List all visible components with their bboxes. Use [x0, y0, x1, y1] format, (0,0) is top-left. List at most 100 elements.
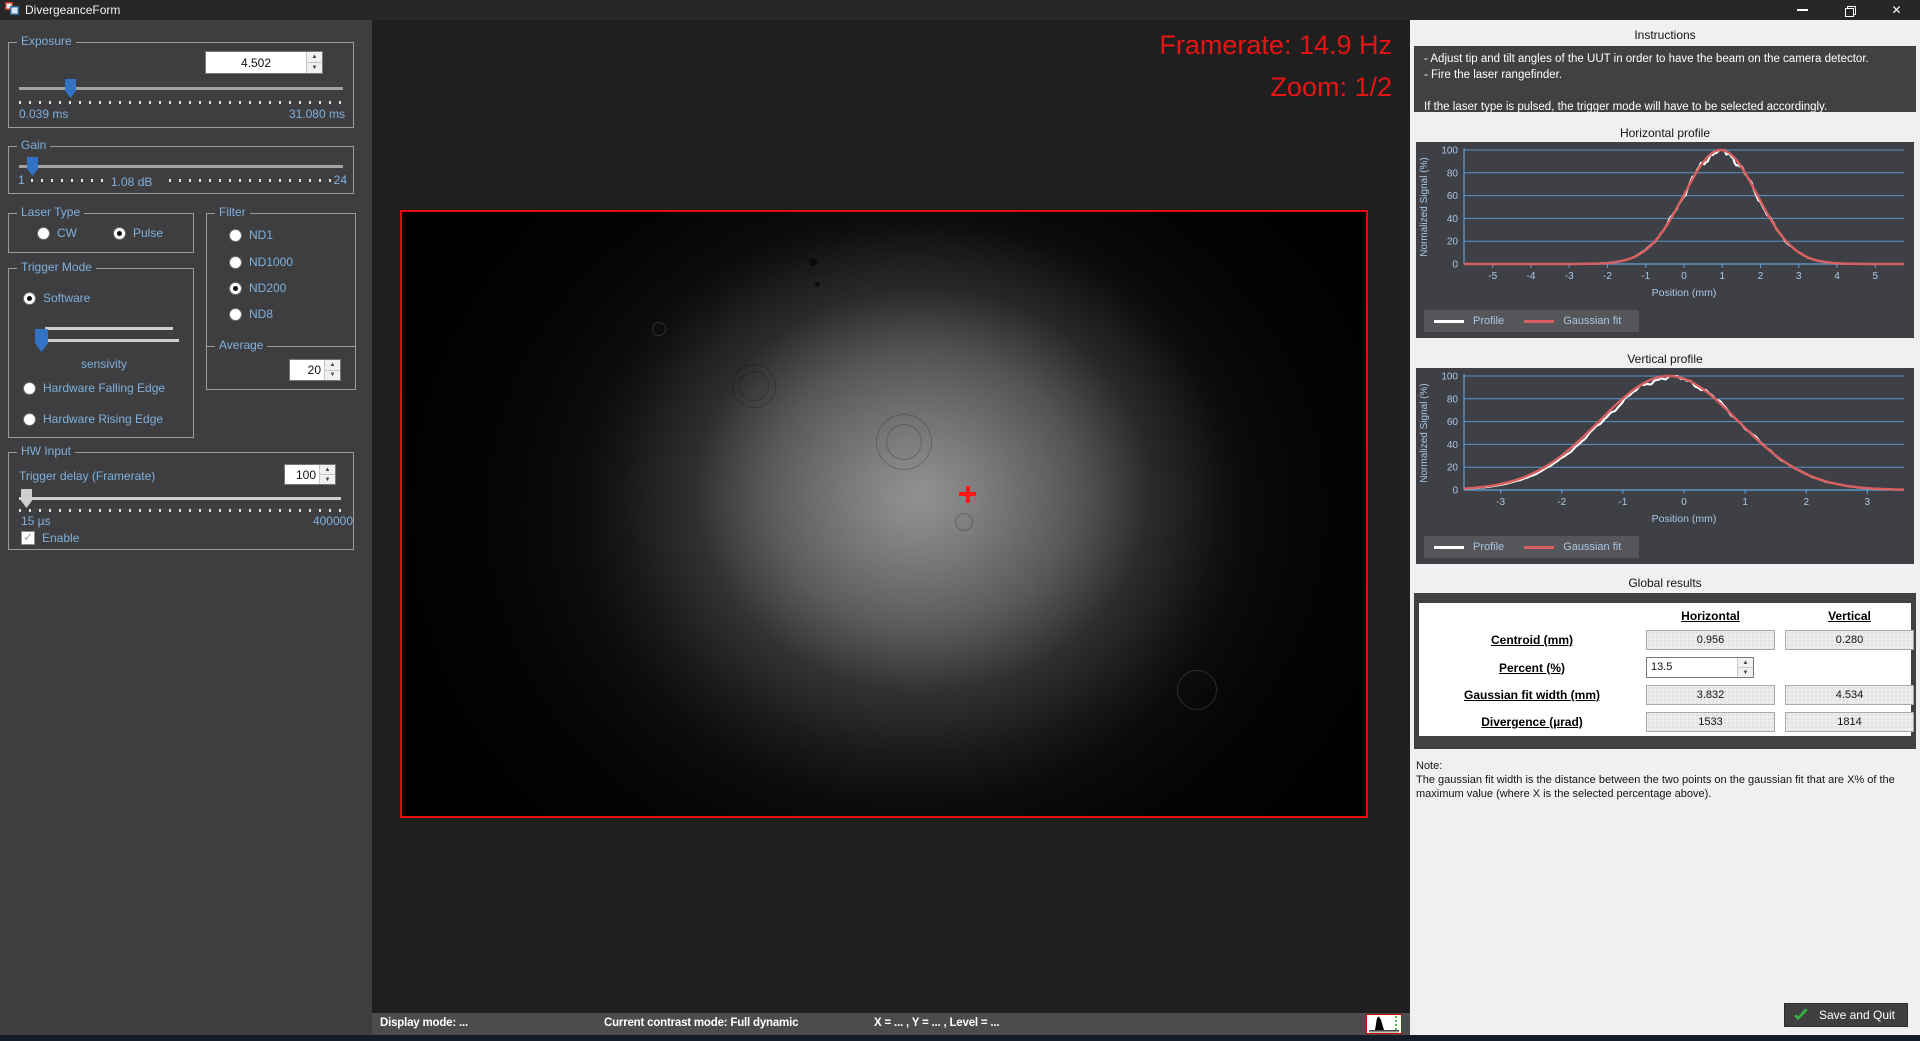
svg-text:0: 0 [1452, 486, 1458, 497]
radio-nd8-label: ND8 [249, 307, 273, 321]
svg-text:100: 100 [1441, 372, 1458, 383]
radio-nd200[interactable]: ND200 [229, 281, 286, 295]
gain-slider-thumb[interactable] [27, 157, 38, 176]
global-results-table: Horizontal Vertical Centroid (mm) 0.956 … [1419, 603, 1911, 736]
centroid-horizontal-value: 0.956 [1646, 630, 1775, 650]
global-results-frame: Horizontal Vertical Centroid (mm) 0.956 … [1414, 593, 1916, 749]
spinner-down-icon[interactable]: ▼ [320, 474, 335, 484]
centroid-cross [966, 486, 970, 503]
histogram-icon[interactable] [1366, 1014, 1402, 1034]
exposure-slider-thumb[interactable] [65, 79, 76, 98]
sensitivity-slider-track[interactable] [37, 339, 179, 342]
svg-text:-1: -1 [1618, 497, 1627, 508]
percent-value[interactable]: 13.5 [1647, 658, 1737, 677]
diffraction-ring [790, 727, 814, 751]
legend-profile: Profile [1434, 541, 1504, 553]
diffraction-ring [955, 513, 973, 531]
svg-text:Normalized Signal (%): Normalized Signal (%) [1419, 383, 1430, 482]
average-input[interactable]: 20 ▲▼ [289, 359, 341, 381]
horizontal-column-header: Horizontal [1641, 609, 1780, 623]
radio-pulse-label: Pulse [133, 226, 163, 240]
radio-nd8[interactable]: ND8 [229, 307, 273, 321]
radio-nd8-icon [229, 308, 242, 321]
radio-nd1000-label: ND1000 [249, 255, 293, 269]
radio-hw-falling-label: Hardware Falling Edge [43, 381, 165, 395]
sensitivity-slider-thumb[interactable] [35, 329, 48, 352]
divergence-vertical-value: 1814 [1785, 712, 1914, 732]
svg-text:-5: -5 [1488, 271, 1497, 282]
enable-checkbox[interactable] [21, 531, 35, 545]
gain-slider-track[interactable] [19, 165, 343, 168]
svg-text:4: 4 [1834, 271, 1840, 282]
zoom-readout: Zoom: 1/2 [1270, 72, 1392, 103]
radio-software[interactable]: Software [23, 291, 90, 305]
radio-hw-rising[interactable]: Hardware Rising Edge [23, 412, 163, 426]
sensitivity-label: sensivity [39, 357, 169, 371]
radio-pulse[interactable]: Pulse [113, 226, 163, 240]
spinner-down-icon[interactable]: ▼ [1738, 667, 1753, 677]
svg-text:3: 3 [1865, 497, 1871, 508]
percent-input[interactable]: 13.5 ▲▼ [1646, 657, 1754, 678]
svg-text:20: 20 [1447, 237, 1459, 248]
instruction-line: - Fire the laser rangefinder. [1424, 67, 1906, 83]
close-button[interactable]: ✕ [1873, 0, 1920, 20]
legend-gaussian-fit-label: Gaussian fit [1563, 315, 1621, 327]
exposure-max-label: 31.080 ms [289, 107, 345, 121]
radio-cw[interactable]: CW [37, 226, 77, 240]
spinner-up-icon[interactable]: ▲ [325, 360, 340, 370]
trigger-delay-label: Trigger delay (Framerate) [19, 469, 155, 483]
minimize-button[interactable] [1779, 0, 1826, 20]
spinner-down-icon[interactable]: ▼ [325, 370, 340, 381]
svg-text:2: 2 [1803, 497, 1809, 508]
svg-text:40: 40 [1447, 214, 1459, 225]
spinner-up-icon[interactable]: ▲ [320, 465, 335, 474]
trigger-delay-slider-ticks [19, 509, 341, 512]
display-mode-status: Display mode: ... [380, 1017, 468, 1029]
radio-pulse-icon [113, 227, 126, 240]
instruction-line: If the laser type is pulsed, the trigger… [1424, 99, 1906, 115]
spinner-up-icon[interactable]: ▲ [1738, 658, 1753, 667]
laser-type-group-title: Laser Type [17, 205, 84, 219]
diffraction-ring [739, 371, 769, 401]
exposure-input[interactable]: 4.502 ▲▼ [205, 51, 323, 74]
trigger-delay-spinner: ▲▼ [319, 465, 335, 484]
trigger-delay-slider-track[interactable] [19, 497, 341, 500]
radio-nd1[interactable]: ND1 [229, 228, 273, 242]
hw-input-group: HW Input Trigger delay (Framerate) 100 ▲… [8, 452, 354, 550]
svg-text:-2: -2 [1557, 497, 1566, 508]
spinner-down-icon[interactable]: ▼ [307, 62, 322, 73]
trigger-delay-slider-thumb[interactable] [21, 489, 32, 508]
average-value[interactable]: 20 [290, 360, 324, 380]
svg-text:2: 2 [1758, 271, 1764, 282]
instruction-line: - Adjust tip and tilt angles of the UUT … [1424, 51, 1906, 67]
svg-text:1: 1 [1719, 271, 1725, 282]
svg-text:-1: -1 [1641, 271, 1650, 282]
enable-checkbox-row[interactable]: Enable [21, 531, 79, 545]
sensitivity-slider-track-upper[interactable] [45, 327, 173, 330]
divergence-row-label: Divergence (µrad) [1423, 715, 1641, 729]
restore-icon [1845, 6, 1854, 15]
chart-legend: Profile Gaussian fit [1424, 310, 1639, 332]
exposure-value[interactable]: 4.502 [206, 52, 306, 73]
radio-nd1000[interactable]: ND1000 [229, 255, 293, 269]
radio-hw-rising-icon [23, 413, 36, 426]
diffraction-ring [886, 424, 922, 460]
radio-hw-falling[interactable]: Hardware Falling Edge [23, 381, 165, 395]
save-and-quit-button[interactable]: Save and Quit [1784, 1003, 1908, 1027]
divergence-form-window: DivergeanceForm ✕ Exposure 4.502 ▲▼ 0.03… [0, 0, 1920, 1041]
restore-button[interactable] [1826, 0, 1873, 20]
window-bottom-edge [0, 1035, 1920, 1041]
svg-text:100: 100 [1441, 146, 1458, 157]
average-group-title: Average [215, 338, 267, 352]
spinner-up-icon[interactable]: ▲ [307, 52, 322, 62]
analysis-panel: Instructions - Adjust tip and tilt angle… [1410, 20, 1920, 1035]
trigger-delay-max-label: 400000 [313, 514, 353, 528]
legend-gaussian-fit: Gaussian fit [1524, 315, 1621, 327]
trigger-delay-value[interactable]: 100 [285, 465, 319, 484]
save-and-quit-label: Save and Quit [1819, 1008, 1895, 1022]
gaussian-fit-line-swatch [1524, 546, 1554, 549]
trigger-delay-input[interactable]: 100 ▲▼ [284, 464, 336, 485]
svg-text:Position (mm): Position (mm) [1652, 513, 1717, 525]
note-title: Note: [1416, 759, 1916, 773]
legend-profile-label: Profile [1473, 315, 1504, 327]
